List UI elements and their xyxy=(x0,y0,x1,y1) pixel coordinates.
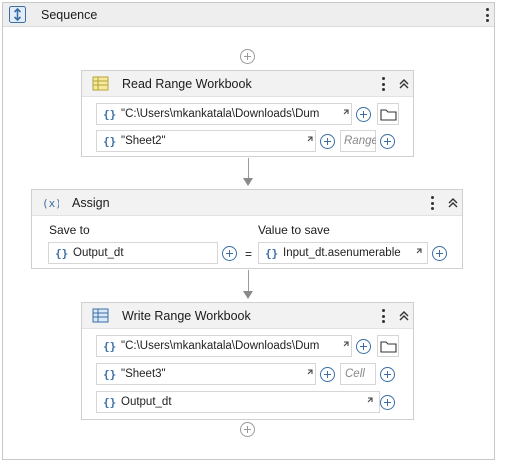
expand-editor-icon[interactable] xyxy=(363,397,373,407)
save-to-value: Output_dt xyxy=(73,247,124,259)
read-range-header[interactable]: Read Range Workbook xyxy=(82,71,413,97)
write-range-cell-field[interactable]: Cell xyxy=(340,363,376,385)
svg-text:(x): (x) xyxy=(42,197,59,210)
expression-braces-icon: {} xyxy=(55,247,69,260)
write-range-header[interactable]: Write Range Workbook xyxy=(82,303,413,329)
read-range-path-add-icon[interactable] xyxy=(356,107,371,122)
expression-braces-icon: {} xyxy=(103,340,117,353)
write-range-sheet-add-icon[interactable] xyxy=(320,367,335,382)
read-range-sheet-add-icon[interactable] xyxy=(320,134,335,149)
browse-folder-button[interactable] xyxy=(377,103,399,125)
write-range-title: Write Range Workbook xyxy=(122,309,251,323)
read-range-collapse-icon[interactable] xyxy=(397,76,411,92)
browse-folder-button[interactable] xyxy=(377,335,399,357)
sequence-header[interactable]: Sequence xyxy=(3,3,494,27)
sequence-title: Sequence xyxy=(41,8,98,22)
expression-braces-icon: {} xyxy=(103,368,117,381)
assign-icon: (x) xyxy=(42,197,59,210)
add-activity-bottom-icon[interactable] xyxy=(240,422,255,437)
save-to-field[interactable]: {} Output_dt xyxy=(48,242,218,264)
expand-editor-icon[interactable] xyxy=(303,369,313,379)
read-range-more-icon[interactable] xyxy=(377,75,389,93)
expand-editor-icon[interactable] xyxy=(339,109,349,119)
assign-more-icon[interactable] xyxy=(426,194,438,212)
write-range-sheet-value: "Sheet3" xyxy=(121,368,166,380)
write-range-workbook-path-field[interactable]: {} "C:\Users\mkankatala\Downloads\Dum xyxy=(96,335,352,357)
expression-braces-icon: {} xyxy=(103,396,117,409)
assign-activity[interactable]: (x) Assign Save to Value to save {} Outp… xyxy=(31,189,463,269)
read-range-workbook-activity[interactable]: Read Range Workbook {} "C:\Users\mkankat… xyxy=(81,70,414,157)
write-range-datatable-value: Output_dt xyxy=(121,396,172,408)
connector-arrow-icon xyxy=(243,178,253,186)
write-range-workbook-path-value: "C:\Users\mkankatala\Downloads\Dum xyxy=(121,340,320,352)
expression-braces-icon: {} xyxy=(103,108,117,121)
equals-sign: = xyxy=(245,247,253,261)
expression-braces-icon: {} xyxy=(265,247,279,260)
read-range-workbook-path-field[interactable]: {} "C:\Users\mkankatala\Downloads\Dum xyxy=(96,103,352,125)
write-range-cell-add-icon[interactable] xyxy=(380,367,395,382)
read-range-sheet-value: "Sheet2" xyxy=(121,135,166,147)
value-to-save-label: Value to save xyxy=(258,223,330,237)
folder-icon xyxy=(380,341,397,353)
assign-collapse-icon[interactable] xyxy=(446,195,460,211)
save-to-label: Save to xyxy=(49,223,90,237)
excel-write-icon xyxy=(92,308,109,323)
assign-header[interactable]: (x) Assign xyxy=(32,190,462,216)
write-range-workbook-activity[interactable]: Write Range Workbook {} "C:\Users\mkanka… xyxy=(81,302,414,420)
read-range-range-field[interactable]: Range xyxy=(340,130,376,152)
expression-braces-icon: {} xyxy=(103,135,117,148)
value-to-save-field[interactable]: {} Input_dt.asenumerable xyxy=(258,242,428,264)
assign-title: Assign xyxy=(72,196,110,210)
read-range-title: Read Range Workbook xyxy=(122,77,252,91)
expand-editor-icon[interactable] xyxy=(303,136,313,146)
connector-line xyxy=(248,270,249,291)
sequence-more-icon[interactable] xyxy=(481,6,493,24)
value-to-save-add-icon[interactable] xyxy=(432,246,447,261)
connector-line xyxy=(248,158,249,178)
folder-icon xyxy=(380,109,397,121)
connector-arrow-icon xyxy=(243,291,253,299)
read-range-range-placeholder: Range xyxy=(344,135,376,147)
add-activity-top-icon[interactable] xyxy=(240,49,255,64)
value-to-save-value: Input_dt.asenumerable xyxy=(283,247,401,259)
write-range-more-icon[interactable] xyxy=(377,307,389,325)
expand-editor-icon[interactable] xyxy=(339,341,349,351)
designer-canvas: Sequence Read Range Workbook {} "C:\User… xyxy=(2,2,495,460)
write-range-datatable-add-icon[interactable] xyxy=(380,395,395,410)
read-range-sheet-field[interactable]: {} "Sheet2" xyxy=(96,130,316,152)
expand-editor-icon[interactable] xyxy=(412,248,422,258)
sequence-icon xyxy=(9,6,26,23)
read-range-range-add-icon[interactable] xyxy=(380,134,395,149)
write-range-sheet-field[interactable]: {} "Sheet3" xyxy=(96,363,316,385)
read-range-workbook-path-value: "C:\Users\mkankatala\Downloads\Dum xyxy=(121,108,320,120)
write-range-collapse-icon[interactable] xyxy=(397,308,411,324)
save-to-add-icon[interactable] xyxy=(222,246,237,261)
write-range-datatable-field[interactable]: {} Output_dt xyxy=(96,391,380,413)
write-range-cell-placeholder: Cell xyxy=(345,368,365,380)
write-range-path-add-icon[interactable] xyxy=(356,339,371,354)
excel-read-icon xyxy=(92,76,109,91)
